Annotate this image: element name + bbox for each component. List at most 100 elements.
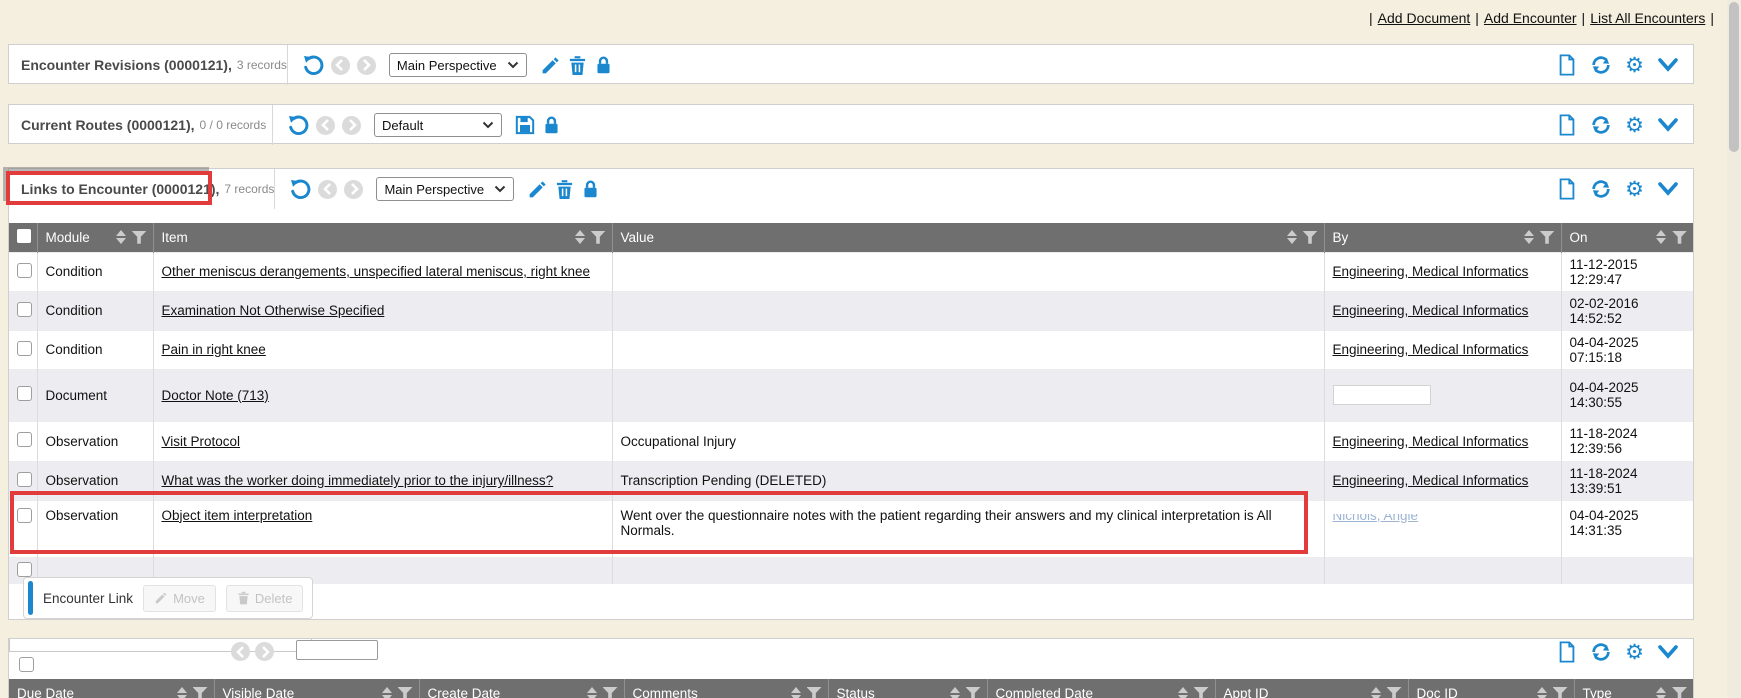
filter-funnel-icon[interactable] [1672, 231, 1687, 244]
column-header-by[interactable]: By [1324, 223, 1561, 252]
add-encounter-link[interactable]: Add Encounter [1484, 10, 1577, 26]
encounter-link-tab[interactable]: Encounter Link [43, 591, 133, 606]
sort-icon[interactable] [587, 687, 597, 698]
sort-icon[interactable] [1287, 230, 1297, 244]
filter-funnel-icon[interactable] [1672, 687, 1687, 698]
new-document-icon[interactable] [1557, 114, 1577, 136]
column-header-completed-date[interactable]: Completed Date [987, 679, 1215, 698]
refresh-icon[interactable] [1590, 114, 1612, 136]
filter-funnel-icon[interactable] [966, 687, 981, 698]
column-header-doc-id[interactable]: Doc ID [1408, 679, 1574, 698]
refresh-icon[interactable] [1590, 641, 1612, 663]
row-checkbox[interactable] [17, 562, 32, 577]
by-link[interactable]: Engineering, Medical Informatics [1333, 342, 1529, 357]
column-header-item[interactable]: Item [153, 223, 612, 252]
sort-icon[interactable] [1371, 687, 1381, 698]
save-icon[interactable] [515, 115, 535, 135]
new-document-icon[interactable] [1557, 54, 1577, 76]
filter-funnel-icon[interactable] [603, 687, 618, 698]
column-header-status[interactable]: Status [828, 679, 987, 698]
item-link[interactable]: What was the worker doing immediately pr… [162, 473, 554, 488]
gear-icon[interactable]: ⚙ [1625, 642, 1644, 663]
row-checkbox[interactable] [17, 432, 32, 447]
perspective-select[interactable] [296, 640, 378, 660]
perspective-select[interactable]: Default [374, 113, 502, 137]
prev-record-icon[interactable] [231, 642, 250, 661]
edit-pencil-icon[interactable] [540, 55, 561, 76]
column-header-on[interactable]: On [1561, 223, 1693, 252]
item-link[interactable]: Visit Protocol [162, 434, 241, 449]
sort-icon[interactable] [177, 687, 187, 698]
chevron-down-icon[interactable] [1657, 57, 1679, 73]
new-document-icon[interactable] [1557, 178, 1577, 200]
column-header-comments[interactable]: Comments [624, 679, 828, 698]
next-record-icon[interactable] [342, 116, 361, 135]
gear-icon[interactable]: ⚙ [1625, 55, 1644, 76]
sort-icon[interactable] [1537, 687, 1547, 698]
sort-icon[interactable] [1178, 687, 1188, 698]
sort-icon[interactable] [1524, 230, 1534, 244]
select-all-checkbox[interactable] [17, 229, 31, 243]
row-checkbox[interactable] [17, 263, 32, 278]
sort-icon[interactable] [950, 687, 960, 698]
undo-icon[interactable] [289, 178, 311, 200]
column-header-type[interactable]: Type [1574, 679, 1693, 698]
filter-funnel-icon[interactable] [1194, 687, 1209, 698]
filter-funnel-icon[interactable] [807, 687, 822, 698]
lock-icon[interactable] [581, 179, 600, 200]
prev-record-icon[interactable] [331, 56, 350, 75]
row-checkbox[interactable] [19, 657, 34, 672]
prev-record-icon[interactable] [316, 116, 335, 135]
undo-icon[interactable] [302, 54, 324, 76]
item-link[interactable]: Examination Not Otherwise Specified [162, 303, 385, 318]
perspective-select[interactable]: Main Perspective [389, 53, 527, 77]
next-record-icon[interactable] [344, 180, 363, 199]
filter-funnel-icon[interactable] [1540, 231, 1555, 244]
filter-funnel-icon[interactable] [591, 231, 606, 244]
filter-funnel-icon[interactable] [398, 687, 413, 698]
by-link-obscured[interactable]: Nichols, Angie [1333, 508, 1419, 523]
row-checkbox[interactable] [17, 302, 32, 317]
move-button[interactable]: Move [143, 585, 216, 612]
add-document-link[interactable]: Add Document [1378, 10, 1471, 26]
by-edit-input[interactable] [1333, 385, 1431, 405]
gear-icon[interactable]: ⚙ [1625, 179, 1644, 200]
delete-button[interactable]: Delete [226, 585, 304, 612]
by-link[interactable]: Engineering, Medical Informatics [1333, 473, 1529, 488]
filter-funnel-icon[interactable] [1303, 231, 1318, 244]
column-header-appt-id[interactable]: Appt ID [1215, 679, 1408, 698]
refresh-icon[interactable] [1590, 178, 1612, 200]
perspective-select[interactable]: Main Perspective [376, 177, 514, 201]
sort-icon[interactable] [1656, 687, 1666, 698]
sort-icon[interactable] [1656, 230, 1666, 244]
filter-funnel-icon[interactable] [132, 231, 147, 244]
column-header-due-date[interactable]: Due Date [9, 679, 214, 698]
column-header-module[interactable]: Module [37, 223, 153, 252]
row-checkbox[interactable] [17, 472, 32, 487]
refresh-icon[interactable] [1590, 54, 1612, 76]
column-header-create-date[interactable]: Create Date [419, 679, 624, 698]
chevron-down-icon[interactable] [1657, 117, 1679, 133]
list-all-encounters-link[interactable]: List All Encounters [1590, 10, 1705, 26]
gear-icon[interactable]: ⚙ [1625, 115, 1644, 136]
lock-icon[interactable] [594, 55, 613, 76]
by-link[interactable]: Engineering, Medical Informatics [1333, 303, 1529, 318]
filter-funnel-icon[interactable] [1553, 687, 1568, 698]
sort-icon[interactable] [382, 687, 392, 698]
edit-pencil-icon[interactable] [527, 179, 548, 200]
item-link[interactable]: Pain in right knee [162, 342, 266, 357]
select-all-header[interactable] [9, 223, 37, 252]
item-link[interactable]: Doctor Note (713) [162, 388, 269, 403]
new-document-icon[interactable] [1557, 641, 1577, 663]
lock-icon[interactable] [542, 115, 561, 136]
delete-trash-icon[interactable] [568, 55, 587, 76]
filter-funnel-icon[interactable] [193, 687, 208, 698]
vertical-scrollbar[interactable] [1727, 0, 1741, 698]
sort-icon[interactable] [575, 230, 585, 244]
next-record-icon[interactable] [357, 56, 376, 75]
item-link[interactable]: Other meniscus derangements, unspecified… [162, 264, 590, 279]
delete-trash-icon[interactable] [555, 179, 574, 200]
by-link[interactable]: Engineering, Medical Informatics [1333, 264, 1529, 279]
column-header-visible-date[interactable]: Visible Date [214, 679, 419, 698]
sort-icon[interactable] [791, 687, 801, 698]
